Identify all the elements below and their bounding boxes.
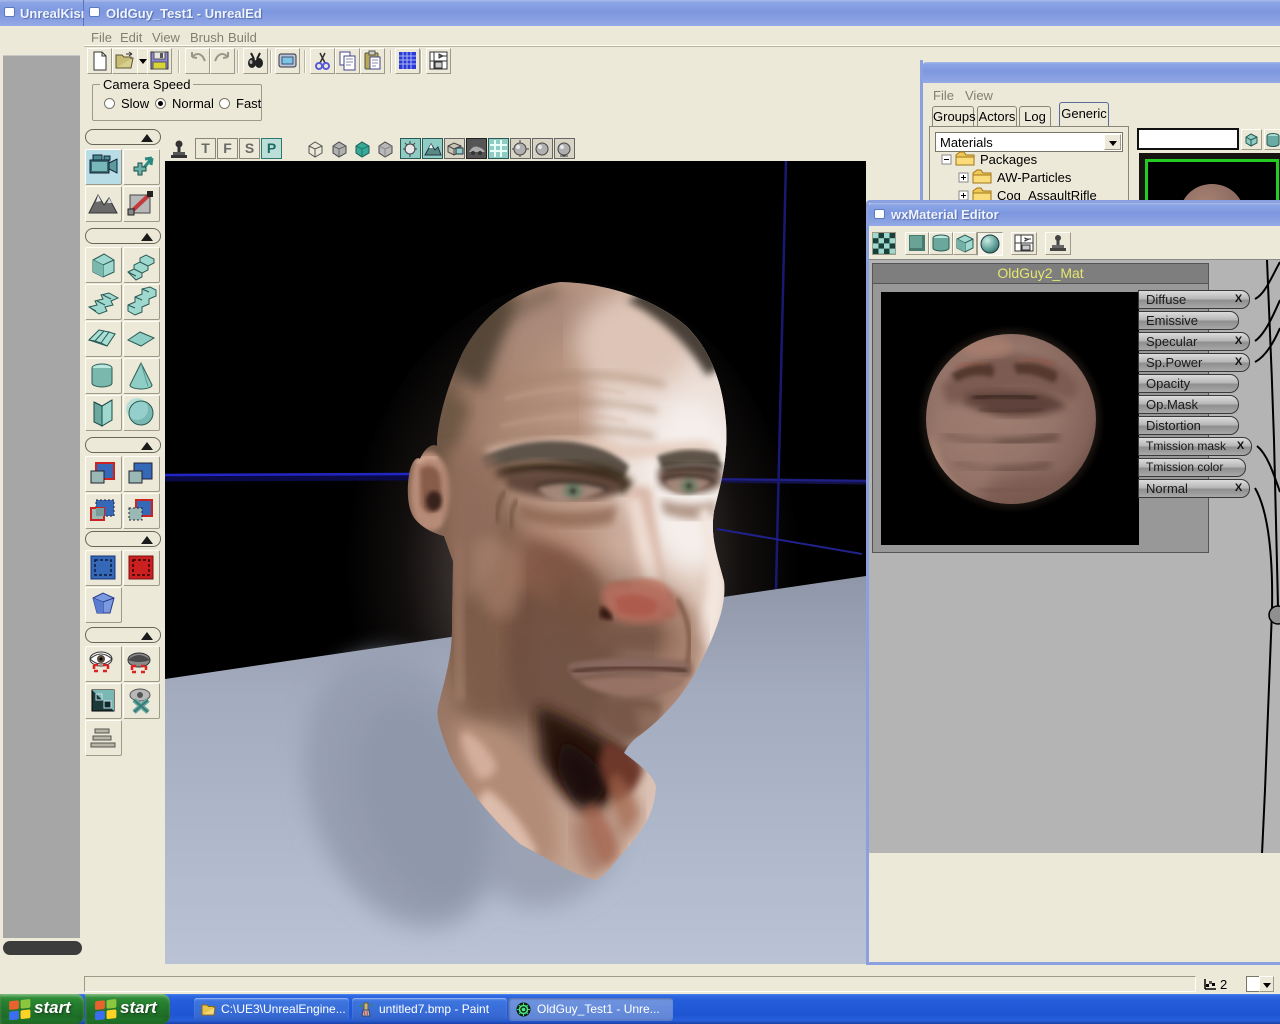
svg-text:AW-Particles: AW-Particles [997,170,1072,185]
svg-text:Packages: Packages [980,152,1038,167]
